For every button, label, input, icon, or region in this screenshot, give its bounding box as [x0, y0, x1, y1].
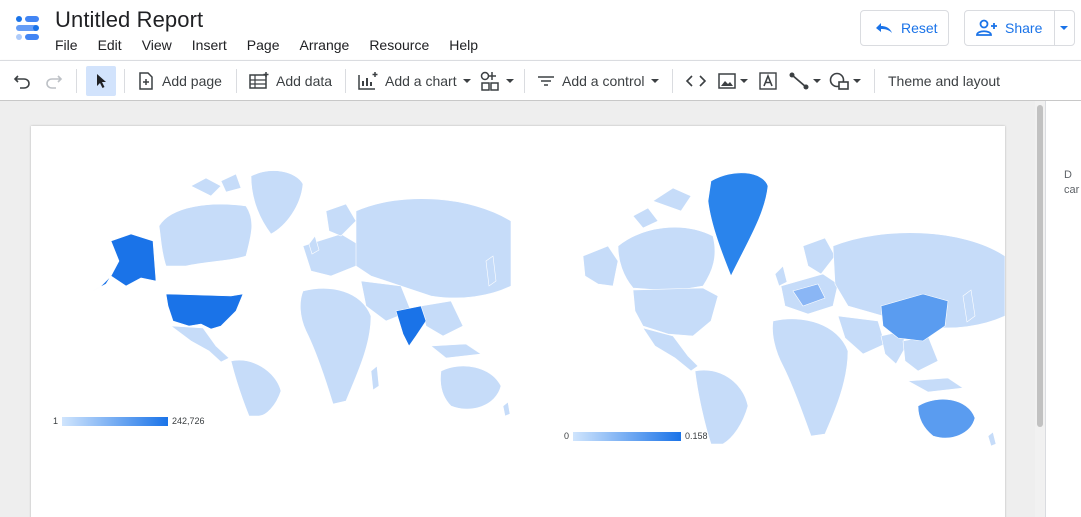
add-control-button[interactable]: Add a control: [536, 61, 661, 101]
undo-icon: [13, 75, 30, 89]
geo-map-chart[interactable]: [563, 166, 1005, 446]
region-alaska[interactable]: [110, 233, 157, 287]
share-dropdown-caret-icon[interactable]: [1059, 24, 1069, 32]
add-page-icon: [139, 72, 153, 90]
text-box-button[interactable]: [758, 61, 778, 101]
menu-bar: File Edit View Insert Page Arrange Resou…: [55, 37, 498, 53]
components-icon: [480, 71, 499, 91]
add-chart-button[interactable]: Add a chart: [357, 61, 473, 101]
legend-min-value: 1: [53, 416, 59, 426]
line-icon: [789, 72, 809, 90]
add-data-icon: [249, 72, 269, 89]
menu-insert[interactable]: Insert: [192, 37, 227, 53]
chevron-down-icon: [853, 79, 861, 83]
menu-view[interactable]: View: [142, 37, 172, 53]
report-page[interactable]: 1 242,726 0 0.158: [31, 126, 1005, 517]
side-panel-text-line-1: D: [1064, 169, 1072, 181]
share-label: Share: [1005, 20, 1043, 36]
share-button[interactable]: Share: [964, 10, 1075, 46]
undo-arrow-icon: [876, 23, 892, 33]
editor-toolbar: Add page Add data Add a chart Add a cont…: [0, 60, 1081, 101]
geo-map-chart[interactable]: [71, 166, 511, 416]
undo-button[interactable]: [12, 61, 32, 101]
add-page-button[interactable]: Add page: [136, 61, 222, 101]
add-control-label: Add a control: [562, 73, 645, 89]
map-legend: 1 242,726: [53, 416, 205, 426]
toolbar-separator: [236, 69, 237, 93]
chevron-down-icon: [650, 79, 659, 83]
toolbar-separator: [345, 69, 346, 93]
toolbar-separator: [524, 69, 525, 93]
chevron-down-icon: [813, 79, 821, 83]
community-visualizations-button[interactable]: [480, 61, 516, 101]
region-greenland[interactable]: [707, 172, 769, 277]
add-person-icon: [976, 19, 997, 36]
menu-arrange[interactable]: Arrange: [300, 37, 350, 53]
code-brackets-icon: [685, 75, 707, 87]
add-chart-label: Add a chart: [385, 73, 457, 89]
report-header: Untitled Report File Edit View Insert Pa…: [0, 0, 1081, 60]
text-box-icon: [759, 72, 777, 90]
map-highlight-regions: [707, 172, 769, 277]
redo-button[interactable]: [44, 61, 64, 101]
region-australia[interactable]: [917, 399, 976, 439]
legend-gradient-bar: [62, 416, 169, 426]
region-india[interactable]: [395, 305, 427, 347]
filter-icon: [538, 76, 554, 86]
menu-file[interactable]: File: [55, 37, 78, 53]
menu-page[interactable]: Page: [247, 37, 280, 53]
chevron-down-icon: [740, 79, 748, 83]
toolbar-separator: [76, 69, 77, 93]
cursor-arrow-icon: [97, 74, 106, 88]
data-studio-logo-icon[interactable]: [12, 12, 44, 44]
shapes-icon: [829, 72, 849, 90]
reset-button[interactable]: Reset: [860, 10, 949, 46]
toolbar-separator: [124, 69, 125, 93]
image-button[interactable]: [717, 61, 750, 101]
reset-label: Reset: [901, 20, 938, 36]
image-icon: [718, 73, 736, 89]
legend-gradient-bar: [573, 431, 682, 441]
side-panel-text-line-2: car: [1064, 184, 1080, 196]
theme-and-layout-button[interactable]: Theme and layout: [888, 61, 1000, 101]
menu-edit[interactable]: Edit: [98, 37, 122, 53]
report-title[interactable]: Untitled Report: [55, 7, 203, 33]
theme-and-layout-label: Theme and layout: [888, 73, 1001, 89]
shape-button[interactable]: [828, 61, 863, 101]
chevron-down-icon: [462, 79, 471, 83]
legend-min-value: 0: [564, 431, 570, 441]
toolbar-separator: [874, 69, 875, 93]
legend-max-value: 0.158: [685, 431, 708, 441]
region-alaska-peninsula[interactable]: [92, 275, 112, 292]
add-data-label: Add data: [276, 73, 333, 89]
menu-help[interactable]: Help: [449, 37, 478, 53]
select-tool-button[interactable]: [86, 66, 116, 96]
region-united-states[interactable]: [165, 293, 244, 330]
scrollbar-thumb[interactable]: [1037, 105, 1043, 427]
add-chart-icon: [358, 72, 378, 90]
menu-resource[interactable]: Resource: [369, 37, 429, 53]
map-legend: 0 0.158: [564, 431, 708, 441]
share-divider: [1054, 11, 1055, 45]
add-page-label: Add page: [162, 73, 222, 89]
toolbar-separator: [672, 69, 673, 93]
redo-icon: [46, 75, 63, 89]
map-base-landmass: [158, 170, 511, 416]
line-button[interactable]: [788, 61, 823, 101]
chevron-down-icon: [506, 79, 514, 83]
embed-url-button[interactable]: [685, 61, 707, 101]
canvas-vertical-scrollbar[interactable]: [1035, 101, 1045, 517]
legend-max-value: 242,726: [172, 416, 205, 426]
report-canvas: 1 242,726 0 0.158: [0, 101, 1045, 517]
add-data-button[interactable]: Add data: [248, 61, 332, 101]
properties-side-panel: D car: [1045, 101, 1081, 517]
